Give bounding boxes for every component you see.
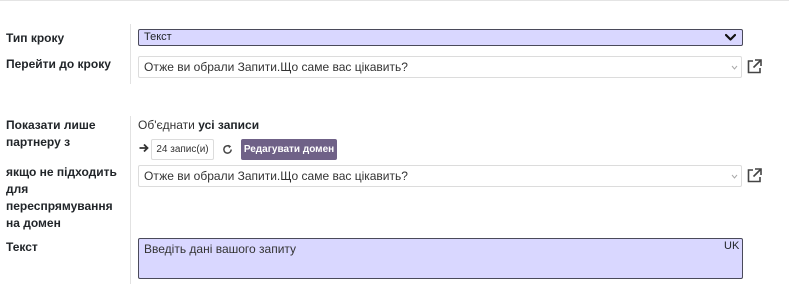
step-type-select[interactable]: Текст xyxy=(138,29,743,46)
top-divider xyxy=(0,0,789,1)
no-match-label: якщо не підходить для переспрямування на… xyxy=(6,164,117,232)
caret-down-icon[interactable] xyxy=(731,171,738,181)
show-partner-label-line: Показати лише xyxy=(6,118,96,132)
no-match-step-field[interactable]: Отже ви обрали Запити.Що саме вас цікави… xyxy=(138,165,742,187)
refresh-icon[interactable] xyxy=(222,144,233,155)
text-input-placeholder: Введіть дані вашого запиту xyxy=(144,242,297,256)
label-column-separator xyxy=(130,24,131,84)
text-input[interactable]: Введіть дані вашого запиту xyxy=(138,238,743,279)
no-match-label-line: на домен xyxy=(6,216,61,230)
label-column-separator xyxy=(130,116,131,284)
domain-prefix: Об'єднати xyxy=(138,118,195,132)
no-match-label-line: для xyxy=(6,182,29,196)
show-partner-label-line: партнеру з xyxy=(6,135,71,149)
arrow-right-icon xyxy=(139,143,149,153)
goto-step-label: Перейти до кроку xyxy=(6,57,111,71)
show-partner-label: Показати лише партнеру з xyxy=(6,117,96,151)
chevron-down-icon xyxy=(725,33,736,41)
text-label: Текст xyxy=(6,240,38,254)
external-link-icon[interactable] xyxy=(746,167,763,184)
edit-domain-button[interactable]: Редагувати домен xyxy=(241,139,337,160)
domain-summary: Об'єднати усі записи xyxy=(138,118,259,133)
step-type-label: Тип кроку xyxy=(6,31,65,45)
language-badge[interactable]: UK xyxy=(724,240,739,253)
goto-step-value: Отже ви обрали Запити.Що саме вас цікави… xyxy=(144,60,408,74)
record-count-button[interactable]: 24 запис(и) xyxy=(151,139,214,160)
step-type-value: Текст xyxy=(144,31,172,43)
domain-value: усі записи xyxy=(198,118,260,132)
no-match-step-value: Отже ви обрали Запити.Що саме вас цікави… xyxy=(144,169,408,183)
no-match-label-line: переспрямування xyxy=(6,199,113,213)
external-link-icon[interactable] xyxy=(746,58,763,75)
no-match-label-line: якщо не підходить xyxy=(6,165,117,179)
caret-down-icon[interactable] xyxy=(731,62,738,72)
goto-step-field[interactable]: Отже ви обрали Запити.Що саме вас цікави… xyxy=(138,56,742,78)
